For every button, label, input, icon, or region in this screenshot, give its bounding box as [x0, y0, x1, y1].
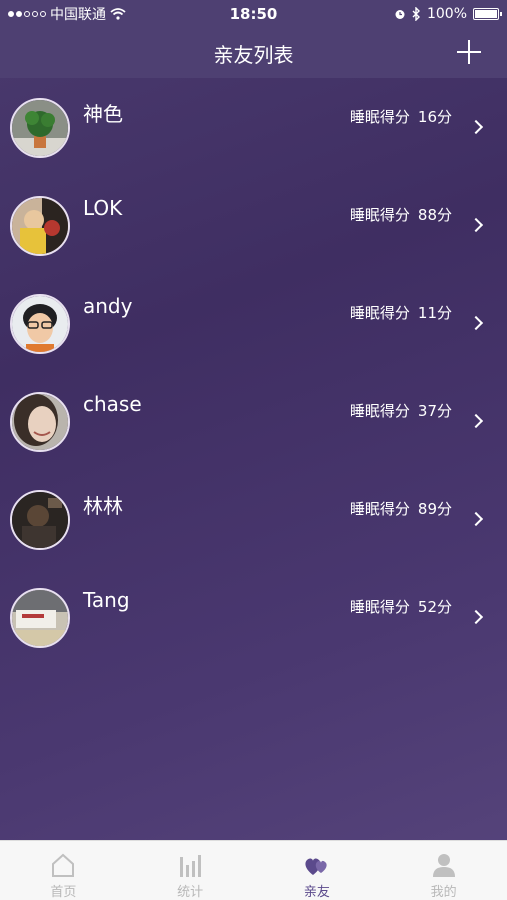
sleep-score: 睡眠得分 52分	[350, 596, 452, 617]
friend-name: chase	[83, 392, 142, 416]
sleep-score-value: 89分	[417, 500, 452, 518]
battery-icon	[473, 8, 502, 20]
avatar	[10, 294, 70, 354]
sleep-score-label: 睡眠得分	[349, 304, 410, 322]
sleep-score-value: 52分	[417, 598, 452, 616]
sleep-score-label: 睡眠得分	[349, 206, 410, 224]
status-right: 100%	[329, 6, 502, 22]
avatar	[10, 588, 70, 648]
avatar	[10, 196, 70, 256]
chevron-right-icon	[468, 609, 484, 625]
friend-name: 林林	[83, 494, 123, 518]
friend-name: LOK	[83, 196, 123, 220]
home-icon	[52, 853, 75, 877]
avatar	[10, 98, 70, 158]
nav-bar: 亲友列表	[0, 28, 507, 78]
status-bar: 中国联通 18:50 100%	[0, 0, 507, 28]
sleep-score: 睡眠得分 88分	[350, 204, 452, 225]
tab-label: 亲友	[303, 885, 330, 900]
profile-icon	[432, 854, 455, 877]
sleep-score-value: 11分	[417, 304, 452, 322]
tab-stats[interactable]: 统计	[127, 841, 254, 900]
friend-row[interactable]: andy 睡眠得分 11分	[0, 274, 507, 372]
tab-bar: 首页 统计 亲友 我的	[0, 840, 507, 900]
carrier-label: 中国联通	[50, 7, 106, 23]
friends-icon	[305, 858, 327, 875]
tab-profile[interactable]: 我的	[380, 841, 507, 900]
signal-icon	[8, 11, 46, 17]
sleep-score-label: 睡眠得分	[349, 402, 410, 420]
friend-name: 神色	[83, 102, 123, 126]
tab-label: 统计	[177, 885, 204, 900]
chevron-right-icon	[468, 217, 484, 233]
tab-home[interactable]: 首页	[0, 841, 127, 900]
chevron-right-icon	[468, 315, 484, 331]
status-time: 18:50	[229, 5, 278, 23]
sleep-score-label: 睡眠得分	[349, 598, 410, 616]
add-friend-button[interactable]	[455, 38, 483, 66]
avatar	[10, 490, 70, 550]
page-title: 亲友列表	[213, 42, 294, 67]
sleep-score-label: 睡眠得分	[349, 500, 410, 518]
sleep-score: 睡眠得分 11分	[350, 302, 452, 323]
sleep-score: 睡眠得分 37分	[350, 400, 452, 421]
friend-row[interactable]: 神色 睡眠得分 16分	[0, 78, 507, 176]
friend-name: Tang	[83, 588, 130, 612]
sleep-score: 睡眠得分 89分	[350, 498, 452, 519]
chevron-right-icon	[468, 413, 484, 429]
friend-row[interactable]: chase 睡眠得分 37分	[0, 372, 507, 470]
friend-list: 神色 睡眠得分 16分 LOK 睡眠得分 88分 andy 睡眠得分 11分 c…	[0, 78, 507, 666]
sleep-score: 睡眠得分 16分	[350, 106, 452, 127]
sleep-score-value: 88分	[417, 206, 452, 224]
chevron-right-icon	[468, 119, 484, 135]
friend-name: andy	[83, 294, 133, 318]
tab-label: 首页	[50, 885, 77, 900]
wifi-icon	[110, 8, 126, 20]
sleep-score-value: 37分	[417, 402, 452, 420]
sleep-score-value: 16分	[417, 108, 452, 126]
friend-row[interactable]: 林林 睡眠得分 89分	[0, 470, 507, 568]
chevron-right-icon	[468, 511, 484, 527]
tab-label: 我的	[430, 885, 457, 900]
friend-row[interactable]: Tang 睡眠得分 52分	[0, 568, 507, 666]
stats-icon	[180, 855, 202, 877]
alarm-icon	[395, 10, 405, 19]
battery-label: 100%	[426, 6, 467, 22]
friend-row[interactable]: LOK 睡眠得分 88分	[0, 176, 507, 274]
sleep-score-label: 睡眠得分	[349, 108, 410, 126]
bluetooth-icon	[412, 7, 420, 21]
avatar	[10, 392, 70, 452]
status-left: 中国联通	[8, 4, 178, 24]
tab-friends[interactable]: 亲友	[254, 841, 381, 900]
